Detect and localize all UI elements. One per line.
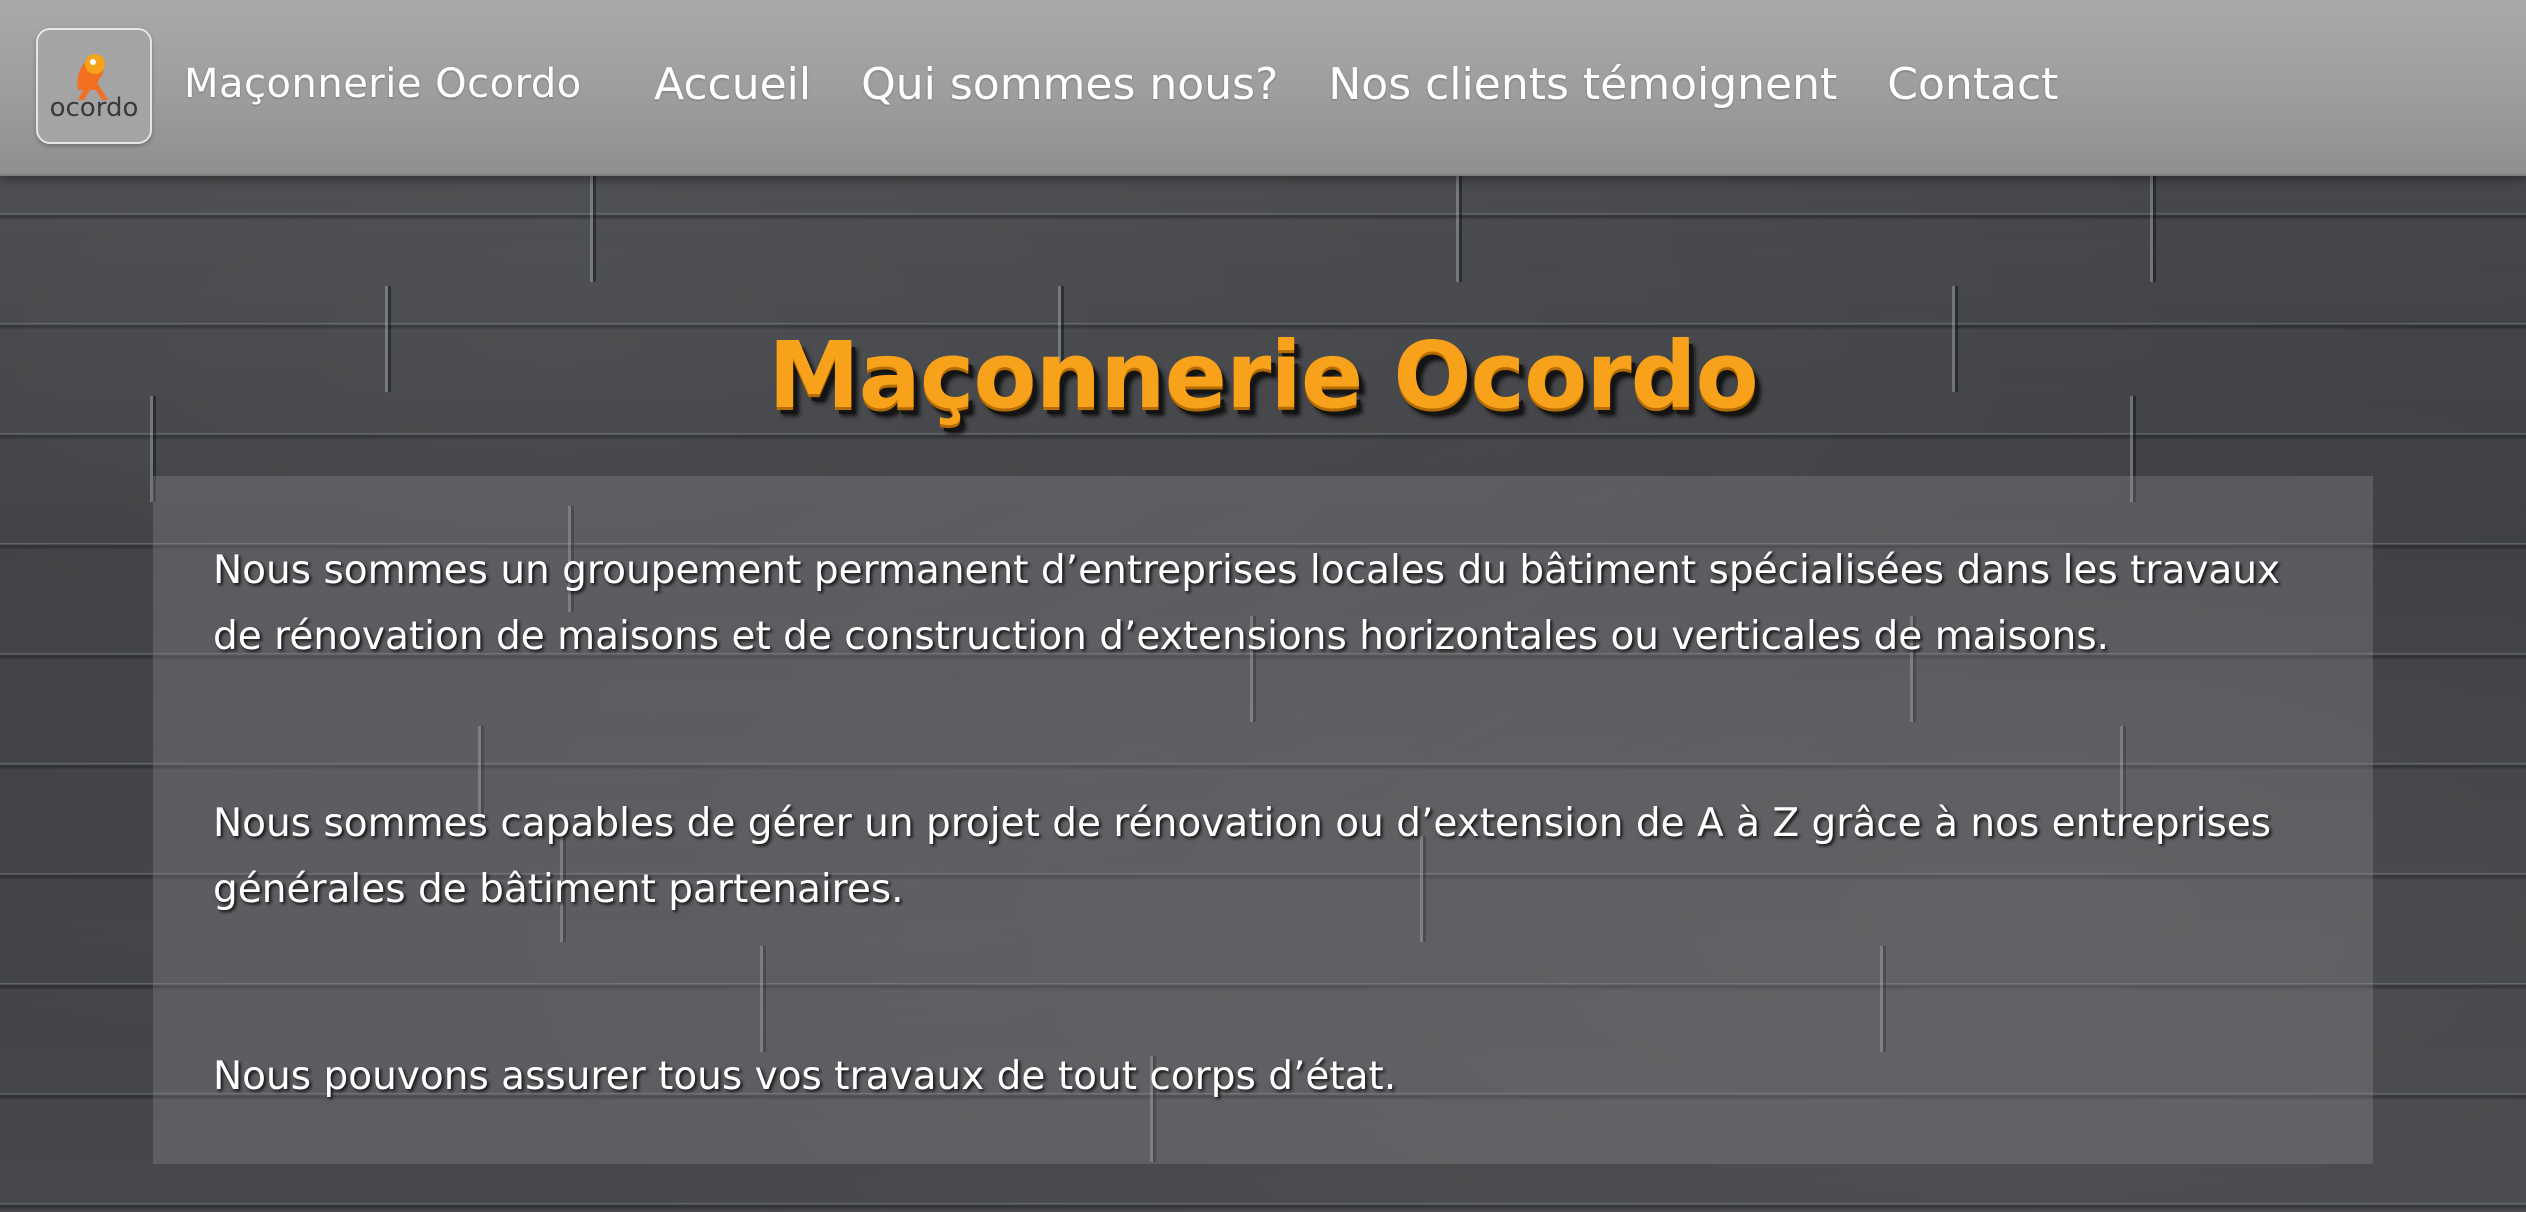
intro-paragraph: Nous sommes capables de gérer un projet … bbox=[213, 801, 2272, 912]
page-title: Maçonnerie Ocordo bbox=[768, 321, 1758, 429]
wall-joint bbox=[1456, 176, 1462, 282]
intro-panel: Nous sommes un groupement permanent d’en… bbox=[153, 476, 2373, 1164]
brand-name: Maçonnerie Ocordo bbox=[184, 61, 582, 107]
wall-joint bbox=[2150, 176, 2156, 282]
ocordo-mascot-logo-icon: ocordo bbox=[50, 54, 139, 123]
menu-item-temoignages[interactable]: Nos clients témoignent bbox=[1328, 52, 1861, 118]
menu-item-accueil[interactable]: Accueil bbox=[654, 52, 835, 118]
svg-text:ocordo: ocordo bbox=[50, 93, 139, 123]
intro-paragraph: Nous sommes un groupement permanent d’en… bbox=[213, 548, 2281, 659]
wall-joint bbox=[590, 176, 596, 282]
top-navbar: ocordo Maçonnerie Ocordo Accueil Qui som… bbox=[0, 0, 2526, 176]
main-menu: Accueil Qui sommes nous? Nos clients tém… bbox=[654, 52, 2108, 118]
intro-paragraph: Nous pouvons assurer tous vos travaux de… bbox=[213, 1054, 1397, 1099]
logo-link[interactable]: ocordo bbox=[36, 28, 152, 144]
menu-item-contact[interactable]: Contact bbox=[1887, 52, 2082, 118]
menu-item-qui-sommes-nous[interactable]: Qui sommes nous? bbox=[861, 52, 1302, 118]
